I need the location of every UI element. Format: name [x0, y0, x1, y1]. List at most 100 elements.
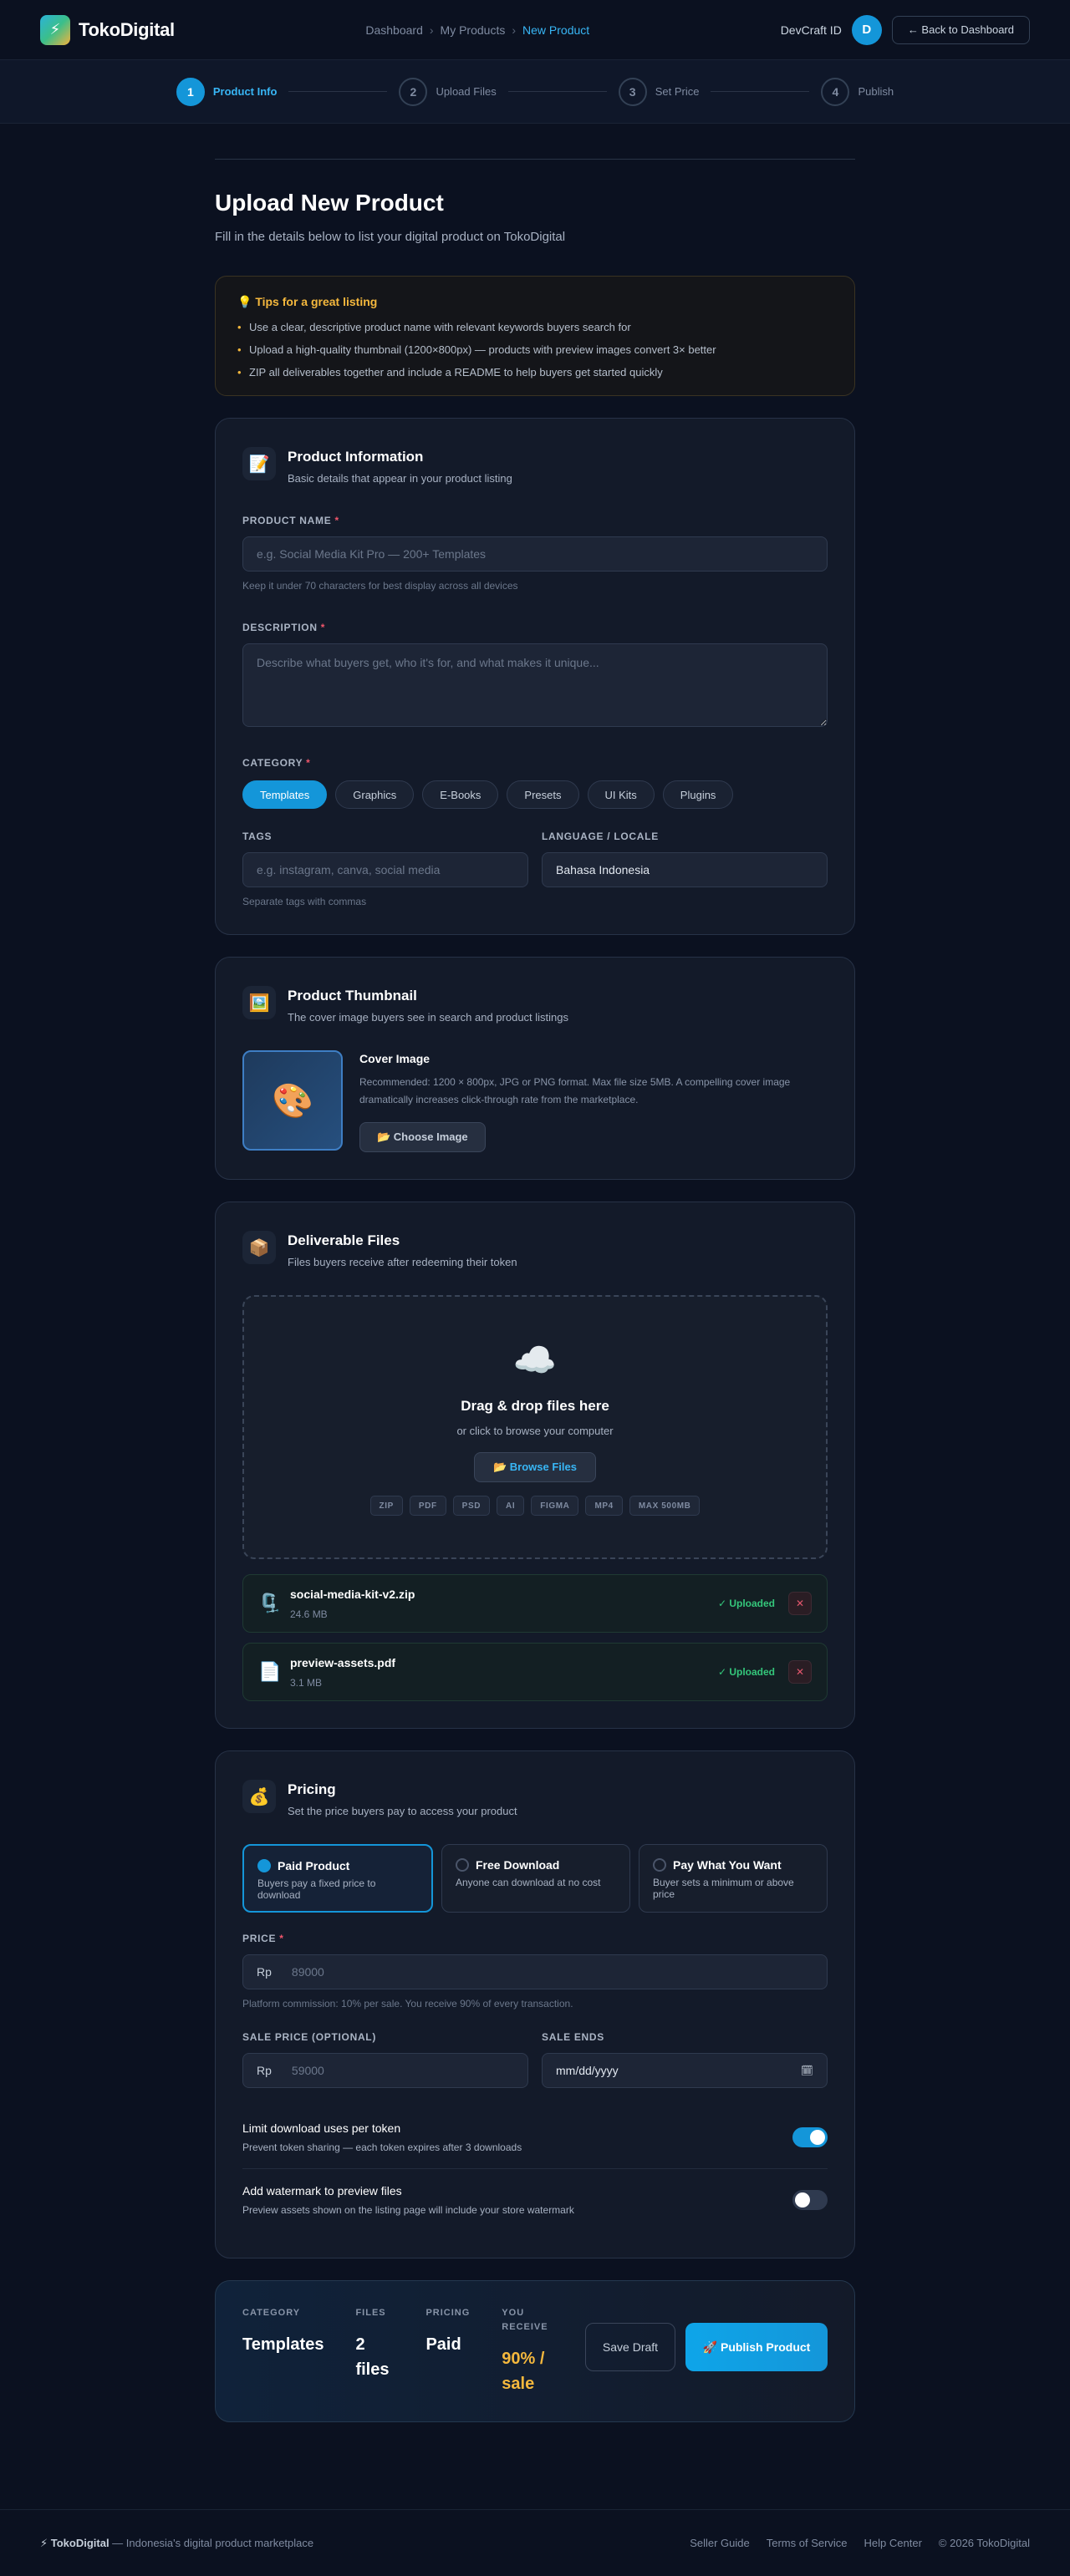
publish-product-button[interactable]: 🚀 Publish Product — [685, 2323, 828, 2371]
tip-item: ZIP all deliverables together and includ… — [237, 366, 833, 379]
category-chip-graphics[interactable]: Graphics — [335, 780, 415, 809]
format-badges: ZIP PDF PSD AI FIGMA MP4 MAX 500MB — [369, 1496, 701, 1516]
breadcrumb-separator: › — [429, 23, 434, 37]
user-name: DevCraft ID — [780, 23, 842, 37]
toggle-row-limit-downloads: Limit download uses per token Prevent to… — [242, 2106, 828, 2169]
pricing-option-pwyw[interactable]: Pay What You Want Buyer sets a minimum o… — [639, 1844, 828, 1913]
tips-title: 💡 Tips for a great listing — [237, 295, 378, 308]
limit-downloads-toggle[interactable] — [792, 2127, 828, 2147]
summary-files: FILES 2 files — [355, 2306, 394, 2382]
step-publish[interactable]: 4 Publish — [821, 77, 894, 106]
category-chip-plugins[interactable]: Plugins — [662, 780, 734, 809]
toggle-title: Limit download uses per token — [242, 2121, 401, 2135]
category-chip-templates[interactable]: Templates — [242, 780, 328, 809]
category-chip-presets[interactable]: Presets — [507, 780, 579, 809]
breadcrumb-dashboard[interactable]: Dashboard — [365, 23, 423, 37]
format-badge: FIGMA — [531, 1496, 579, 1516]
step-product-info[interactable]: 1 Product Info — [176, 77, 278, 106]
option-title: Pay What You Want — [673, 1858, 782, 1872]
price-label: Price * — [242, 1933, 828, 1944]
product-thumbnail-card: 🖼️ Product Thumbnail The cover image buy… — [215, 957, 855, 1180]
memo-icon: 📝 — [242, 447, 276, 480]
uploaded-file-row: 🗜️ social-media-kit-v2.zip 24.6 MB ✓ Upl… — [242, 1574, 828, 1633]
category-chip-ebooks[interactable]: E-Books — [422, 780, 499, 809]
save-draft-button[interactable]: Save Draft — [585, 2323, 675, 2371]
card-subtitle: Basic details that appear in your produc… — [288, 472, 512, 485]
locale-label: Language / Locale — [542, 831, 659, 842]
pricing-option-paid[interactable]: Paid Product Buyers pay a fixed price to… — [242, 1844, 433, 1913]
toggle-knob — [810, 2130, 825, 2145]
product-name-input[interactable] — [242, 536, 828, 572]
file-size: 24.6 MB — [290, 1608, 328, 1620]
page-title: Upload New Product — [215, 190, 444, 216]
footer-link-seller-guide[interactable]: Seller Guide — [690, 2537, 750, 2549]
locale-select[interactable]: Bahasa Indonesia — [542, 852, 828, 887]
brand-logo-icon: ⚡ — [40, 14, 70, 45]
dropzone-title: Drag & drop files here — [461, 1398, 609, 1414]
pricing-type-options: Paid Product Buyers pay a fixed price to… — [242, 1844, 828, 1913]
step-label: Upload Files — [436, 85, 497, 98]
tip-item: Upload a high-quality thumbnail (1200×80… — [237, 343, 833, 356]
file-size: 3.1 MB — [290, 1676, 323, 1689]
card-title: Product Information — [288, 449, 424, 465]
step-label: Product Info — [212, 85, 278, 98]
card-title: Deliverable Files — [288, 1232, 400, 1248]
browse-files-button[interactable]: 📂 Browse Files — [474, 1452, 596, 1482]
step-upload-files[interactable]: 2 Upload Files — [399, 77, 497, 106]
price-input[interactable]: Rp 89000 — [242, 1954, 828, 1989]
remove-file-button[interactable]: ✕ — [788, 1592, 812, 1615]
footer-link-help[interactable]: Help Center — [864, 2537, 922, 2549]
watermark-toggle[interactable] — [792, 2190, 828, 2210]
step-connector — [711, 91, 810, 92]
format-badge: PSD — [452, 1496, 491, 1516]
card-header: 📦 Deliverable Files Files buyers receive… — [242, 1231, 828, 1268]
tips-list: Use a clear, descriptive product name wi… — [237, 321, 833, 379]
option-title: Free Download — [476, 1858, 560, 1872]
pdf-file-icon: 📄 — [258, 1661, 282, 1682]
sale-price-input[interactable]: Rp 59000 — [242, 2053, 528, 2088]
sale-price-label: Sale Price (Optional) — [242, 2031, 377, 2043]
divider — [215, 159, 855, 160]
toggle-list: Limit download uses per token Prevent to… — [242, 2106, 828, 2231]
card-title: Pricing — [288, 1781, 336, 1797]
dropzone-subtitle: or click to browse your computer — [456, 1425, 614, 1437]
card-subtitle: The cover image buyers see in search and… — [288, 1011, 569, 1024]
format-badge: ZIP — [369, 1496, 403, 1516]
thumbnail-preview[interactable]: 🎨 — [242, 1050, 343, 1151]
upload-status: ✓ Uploaded — [717, 1666, 775, 1678]
uploaded-file-row: 📄 preview-assets.pdf 3.1 MB ✓ Uploaded ✕ — [242, 1643, 828, 1701]
category-chip-ui-kits[interactable]: UI Kits — [587, 780, 655, 809]
sale-ends-date-input[interactable]: mm/dd/yyyy 🗓 — [542, 2053, 828, 2088]
calendar-icon[interactable]: 🗓 — [801, 2065, 813, 2076]
product-name-hint: Keep it under 70 characters for best dis… — [242, 580, 518, 592]
back-to-dashboard-button[interactable]: ← Back to Dashboard — [891, 15, 1030, 44]
stepper-bar: 1 Product Info 2 Upload Files 3 Set Pric… — [0, 60, 1070, 124]
card-subtitle: Files buyers receive after redeeming the… — [288, 1256, 517, 1268]
remove-file-button[interactable]: ✕ — [788, 1660, 812, 1684]
description-textarea[interactable] — [242, 643, 828, 727]
tags-input[interactable] — [242, 852, 528, 887]
step-set-price[interactable]: 3 Set Price — [618, 77, 699, 106]
main-content: Upload New Product Fill in the details b… — [215, 159, 855, 2422]
summary-bar: CATEGORY Templates FILES 2 files PRICING… — [215, 2280, 855, 2422]
pricing-option-free[interactable]: Free Download Anyone can download at no … — [441, 1844, 630, 1913]
currency-prefix: Rp — [257, 2064, 272, 2077]
footer-link-terms[interactable]: Terms of Service — [767, 2537, 848, 2549]
toggle-description: Prevent token sharing — each token expir… — [242, 2142, 522, 2153]
user-area: DevCraft ID D ← Back to Dashboard — [780, 14, 1030, 45]
thumbnail-row: 🎨 Cover Image Recommended: 1200 × 800px,… — [242, 1050, 828, 1152]
format-badge: AI — [497, 1496, 525, 1516]
breadcrumb-new-product: New Product — [522, 23, 590, 37]
avatar[interactable]: D — [851, 14, 882, 45]
file-dropzone[interactable]: ☁️ Drag & drop files here or click to br… — [242, 1295, 828, 1559]
product-information-card: 📝 Product Information Basic details that… — [215, 418, 855, 935]
tags-hint: Separate tags with commas — [242, 896, 367, 907]
price-hint: Platform commission: 10% per sale. You r… — [242, 1998, 573, 2009]
brand[interactable]: ⚡ TokoDigital — [40, 14, 175, 45]
currency-prefix: Rp — [257, 1965, 272, 1979]
breadcrumb-my-products[interactable]: My Products — [441, 23, 506, 37]
choose-image-button[interactable]: 📂 Choose Image — [359, 1122, 486, 1152]
required-marker: * — [306, 757, 311, 769]
sale-price-placeholder: 59000 — [291, 2064, 324, 2077]
tags-locale-row: Tags Separate tags with commas Language … — [242, 809, 828, 907]
